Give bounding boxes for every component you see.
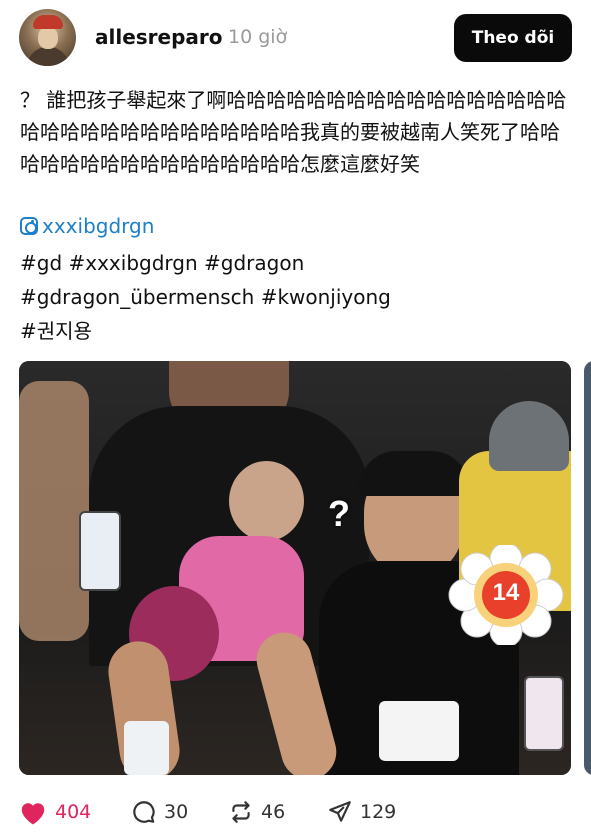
username[interactable]: allesreparo	[95, 25, 223, 49]
instagram-icon	[20, 217, 38, 235]
thread-post: allesreparo 10 giờ Theo dõi ？ 誰把孩子舉起來了啊哈…	[0, 0, 591, 840]
action-bar: 404 30 46 129	[0, 790, 591, 832]
avatar[interactable]	[19, 9, 76, 66]
follow-button[interactable]: Theo dõi	[454, 14, 572, 62]
repost-button[interactable]: 46	[228, 796, 285, 828]
heart-icon	[21, 803, 45, 825]
share-button[interactable]: 129	[327, 796, 396, 828]
flower-badge: 14	[447, 542, 565, 648]
post-image[interactable]: ? 14	[19, 361, 571, 775]
mention-link[interactable]: xxxibgdrgn	[20, 214, 154, 238]
repost-count: 46	[261, 801, 286, 823]
send-paper-plane-icon	[329, 801, 351, 822]
hashtag-line[interactable]: #권지용	[20, 314, 570, 348]
hashtag-list: #gd #xxxibgdrgn #gdragon #gdragon_überme…	[20, 246, 570, 348]
question-overlay: ?	[328, 493, 350, 534]
like-count: 404	[55, 801, 92, 823]
crowd-photo: ? 14	[19, 361, 571, 775]
comment-bubble-icon	[133, 801, 155, 823]
repost-arrows-icon	[232, 801, 250, 823]
reply-count: 30	[164, 801, 189, 823]
post-caption: ？ 誰把孩子舉起來了啊哈哈哈哈哈哈哈哈哈哈哈哈哈哈哈哈哈哈哈哈哈哈哈哈哈哈哈哈哈…	[20, 88, 567, 176]
reply-button[interactable]: 30	[131, 796, 188, 828]
share-count: 129	[360, 801, 397, 823]
hashtag-line[interactable]: #gd #xxxibgdrgn #gdragon	[20, 246, 570, 280]
like-button[interactable]: 404	[18, 796, 91, 828]
badge-number: 14	[492, 579, 520, 606]
mention-handle: xxxibgdrgn	[42, 214, 155, 238]
hashtag-line[interactable]: #gdragon_übermensch #kwonjiyong	[20, 280, 570, 314]
timestamp: 10 giờ	[228, 26, 288, 48]
post-header: allesreparo 10 giờ Theo dõi	[0, 0, 591, 72]
next-image-preview[interactable]	[584, 361, 591, 775]
